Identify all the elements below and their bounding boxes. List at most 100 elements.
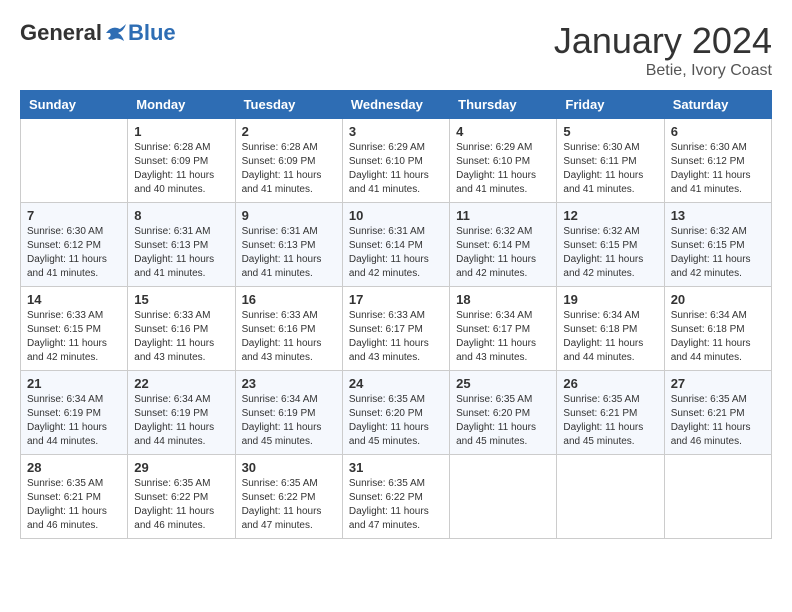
day-info: Sunrise: 6:33 AM Sunset: 6:16 PM Dayligh… (134, 309, 228, 365)
day-info: Sunrise: 6:35 AM Sunset: 6:21 PM Dayligh… (671, 393, 765, 449)
day-number: 4 (456, 124, 550, 139)
day-number: 8 (134, 208, 228, 223)
day-info: Sunrise: 6:32 AM Sunset: 6:15 PM Dayligh… (671, 225, 765, 281)
day-number: 17 (349, 292, 443, 307)
day-number: 5 (563, 124, 657, 139)
day-info: Sunrise: 6:35 AM Sunset: 6:22 PM Dayligh… (242, 477, 336, 533)
day-number: 9 (242, 208, 336, 223)
calendar-week-row: 14 Sunrise: 6:33 AM Sunset: 6:15 PM Dayli… (21, 287, 772, 371)
calendar-cell (450, 455, 557, 539)
calendar-cell: 29 Sunrise: 6:35 AM Sunset: 6:22 PM Dayli… (128, 455, 235, 539)
day-number: 21 (27, 376, 121, 391)
calendar-cell: 18Sunrise: 6:34 AM Sunset: 6:17 PM Dayli… (450, 287, 557, 371)
day-info: Sunrise: 6:32 AM Sunset: 6:14 PM Dayligh… (456, 225, 550, 281)
day-number: 13 (671, 208, 765, 223)
calendar-cell: 11Sunrise: 6:32 AM Sunset: 6:14 PM Dayli… (450, 203, 557, 287)
calendar-cell: 23 Sunrise: 6:34 AM Sunset: 6:19 PM Dayli… (235, 371, 342, 455)
calendar-body: 1 Sunrise: 6:28 AM Sunset: 6:09 PM Daylig… (21, 119, 772, 539)
day-number: 10 (349, 208, 443, 223)
day-number: 24 (349, 376, 443, 391)
day-number: 2 (242, 124, 336, 139)
day-number: 3 (349, 124, 443, 139)
calendar-cell: 21 Sunrise: 6:34 AM Sunset: 6:19 PM Dayli… (21, 371, 128, 455)
day-info: Sunrise: 6:29 AM Sunset: 6:10 PM Dayligh… (349, 141, 443, 197)
day-number: 1 (134, 124, 228, 139)
day-of-week-header: Thursday (450, 91, 557, 119)
logo-blue-text: Blue (128, 20, 176, 46)
day-number: 23 (242, 376, 336, 391)
calendar-cell: 3 Sunrise: 6:29 AM Sunset: 6:10 PM Daylig… (342, 119, 449, 203)
day-info: Sunrise: 6:33 AM Sunset: 6:15 PM Dayligh… (27, 309, 121, 365)
day-number: 26 (563, 376, 657, 391)
calendar-week-row: 7Sunrise: 6:30 AM Sunset: 6:12 PM Daylig… (21, 203, 772, 287)
calendar-header-row: SundayMondayTuesdayWednesdayThursdayFrid… (21, 91, 772, 119)
page-header: General Blue January 2024 Betie, Ivory C… (20, 20, 772, 80)
calendar-cell: 6Sunrise: 6:30 AM Sunset: 6:12 PM Daylig… (664, 119, 771, 203)
day-number: 31 (349, 460, 443, 475)
day-number: 20 (671, 292, 765, 307)
day-info: Sunrise: 6:32 AM Sunset: 6:15 PM Dayligh… (563, 225, 657, 281)
calendar-cell: 16Sunrise: 6:33 AM Sunset: 6:16 PM Dayli… (235, 287, 342, 371)
day-info: Sunrise: 6:30 AM Sunset: 6:12 PM Dayligh… (27, 225, 121, 281)
calendar-cell: 12 Sunrise: 6:32 AM Sunset: 6:15 PM Dayli… (557, 203, 664, 287)
calendar-cell: 8Sunrise: 6:31 AM Sunset: 6:13 PM Daylig… (128, 203, 235, 287)
day-info: Sunrise: 6:34 AM Sunset: 6:19 PM Dayligh… (134, 393, 228, 449)
day-info: Sunrise: 6:35 AM Sunset: 6:21 PM Dayligh… (27, 477, 121, 533)
calendar-cell: 30 Sunrise: 6:35 AM Sunset: 6:22 PM Dayli… (235, 455, 342, 539)
day-info: Sunrise: 6:35 AM Sunset: 6:22 PM Dayligh… (134, 477, 228, 533)
day-info: Sunrise: 6:33 AM Sunset: 6:17 PM Dayligh… (349, 309, 443, 365)
day-info: Sunrise: 6:31 AM Sunset: 6:14 PM Dayligh… (349, 225, 443, 281)
day-number: 29 (134, 460, 228, 475)
logo-general-text: General (20, 20, 102, 46)
day-info: Sunrise: 6:28 AM Sunset: 6:09 PM Dayligh… (242, 141, 336, 197)
calendar-cell: 5 Sunrise: 6:30 AM Sunset: 6:11 PM Daylig… (557, 119, 664, 203)
calendar-cell: 10 Sunrise: 6:31 AM Sunset: 6:14 PM Dayli… (342, 203, 449, 287)
day-info: Sunrise: 6:34 AM Sunset: 6:19 PM Dayligh… (27, 393, 121, 449)
calendar-cell: 7Sunrise: 6:30 AM Sunset: 6:12 PM Daylig… (21, 203, 128, 287)
calendar-cell: 31 Sunrise: 6:35 AM Sunset: 6:22 PM Dayli… (342, 455, 449, 539)
calendar-cell: 27 Sunrise: 6:35 AM Sunset: 6:21 PM Dayli… (664, 371, 771, 455)
logo: General Blue (20, 20, 176, 46)
day-info: Sunrise: 6:30 AM Sunset: 6:11 PM Dayligh… (563, 141, 657, 197)
day-info: Sunrise: 6:33 AM Sunset: 6:16 PM Dayligh… (242, 309, 336, 365)
calendar-cell: 22 Sunrise: 6:34 AM Sunset: 6:19 PM Dayli… (128, 371, 235, 455)
day-of-week-header: Tuesday (235, 91, 342, 119)
day-number: 30 (242, 460, 336, 475)
calendar-cell: 13 Sunrise: 6:32 AM Sunset: 6:15 PM Dayli… (664, 203, 771, 287)
calendar-cell: 24Sunrise: 6:35 AM Sunset: 6:20 PM Dayli… (342, 371, 449, 455)
logo-bird-icon (104, 23, 128, 43)
day-number: 12 (563, 208, 657, 223)
day-number: 6 (671, 124, 765, 139)
day-of-week-header: Monday (128, 91, 235, 119)
calendar-cell: 20 Sunrise: 6:34 AM Sunset: 6:18 PM Dayli… (664, 287, 771, 371)
calendar-week-row: 28Sunrise: 6:35 AM Sunset: 6:21 PM Dayli… (21, 455, 772, 539)
title-section: January 2024 Betie, Ivory Coast (554, 20, 772, 80)
calendar-cell: 4 Sunrise: 6:29 AM Sunset: 6:10 PM Daylig… (450, 119, 557, 203)
day-number: 18 (456, 292, 550, 307)
day-number: 27 (671, 376, 765, 391)
day-info: Sunrise: 6:29 AM Sunset: 6:10 PM Dayligh… (456, 141, 550, 197)
calendar-week-row: 1 Sunrise: 6:28 AM Sunset: 6:09 PM Daylig… (21, 119, 772, 203)
calendar-cell: 26 Sunrise: 6:35 AM Sunset: 6:21 PM Dayli… (557, 371, 664, 455)
calendar-cell (21, 119, 128, 203)
day-info: Sunrise: 6:35 AM Sunset: 6:22 PM Dayligh… (349, 477, 443, 533)
calendar-cell: 14 Sunrise: 6:33 AM Sunset: 6:15 PM Dayli… (21, 287, 128, 371)
day-info: Sunrise: 6:35 AM Sunset: 6:21 PM Dayligh… (563, 393, 657, 449)
day-of-week-header: Friday (557, 91, 664, 119)
day-number: 14 (27, 292, 121, 307)
location-title: Betie, Ivory Coast (554, 62, 772, 80)
calendar-cell: 25Sunrise: 6:35 AM Sunset: 6:20 PM Dayli… (450, 371, 557, 455)
day-number: 22 (134, 376, 228, 391)
day-number: 19 (563, 292, 657, 307)
day-info: Sunrise: 6:34 AM Sunset: 6:18 PM Dayligh… (563, 309, 657, 365)
day-info: Sunrise: 6:35 AM Sunset: 6:20 PM Dayligh… (456, 393, 550, 449)
calendar-cell: 2 Sunrise: 6:28 AM Sunset: 6:09 PM Daylig… (235, 119, 342, 203)
month-title: January 2024 (554, 20, 772, 62)
calendar-cell: 15Sunrise: 6:33 AM Sunset: 6:16 PM Dayli… (128, 287, 235, 371)
calendar-cell: 9Sunrise: 6:31 AM Sunset: 6:13 PM Daylig… (235, 203, 342, 287)
calendar-cell: 19 Sunrise: 6:34 AM Sunset: 6:18 PM Dayli… (557, 287, 664, 371)
calendar-cell: 17 Sunrise: 6:33 AM Sunset: 6:17 PM Dayli… (342, 287, 449, 371)
day-of-week-header: Saturday (664, 91, 771, 119)
day-info: Sunrise: 6:34 AM Sunset: 6:18 PM Dayligh… (671, 309, 765, 365)
day-info: Sunrise: 6:34 AM Sunset: 6:19 PM Dayligh… (242, 393, 336, 449)
